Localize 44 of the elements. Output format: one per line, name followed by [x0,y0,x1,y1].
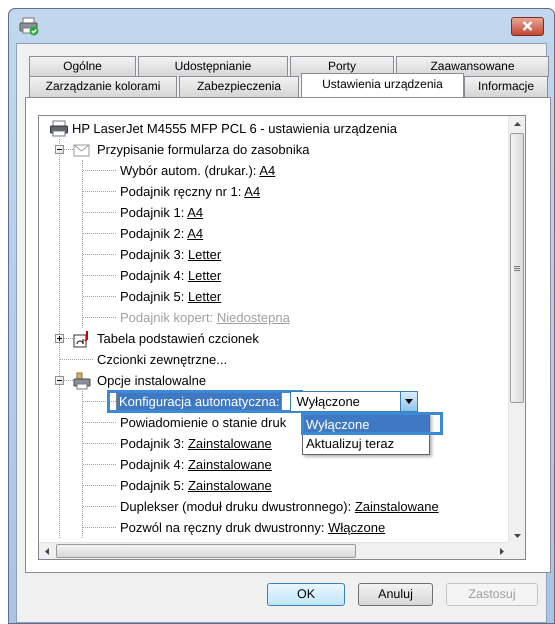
scroll-thumb[interactable] [510,133,524,403]
tab[interactable]: Zarządzanie kolorami [29,76,177,97]
tree-item[interactable]: Opcje instalowalne [97,370,206,390]
tree-item[interactable]: Podajnik 3: Letter [120,244,222,264]
tree-item[interactable]: Podajnik 4: Letter [120,266,222,286]
tab[interactable]: Informacje [464,76,548,97]
printer-icon [19,16,39,36]
tree-item[interactable]: Powiadomienie o stanie druk [120,412,286,432]
caret-icon [405,399,414,404]
tree-item[interactable]: HP LaserJet M4555 MFP PCL 6 - ustawienia urządzenia [72,118,397,138]
dropdown[interactable]: Wyłączone [290,391,418,412]
collapse-icon[interactable] [55,145,64,154]
tree-item[interactable]: Czcionki zewnętrzne... [97,350,228,370]
tree-item[interactable]: Podajnik 3: Zainstalowane [120,434,272,454]
horizontal-scrollbar[interactable] [39,542,510,559]
tree-item[interactable]: Pozwól na ręczny druk dwustronny: Włączone [120,518,386,538]
expand-icon[interactable] [55,334,64,343]
font-icon [73,330,91,348]
tree-item[interactable]: Podajnik ręczny nr 1: A4 [120,182,260,202]
tree-item[interactable]: Podajnik 5: Zainstalowane [120,476,272,496]
dialog-button[interactable]: Anuluj [358,583,433,606]
tab[interactable]: Zabezpieczenia [179,76,299,97]
tab[interactable]: Udostępnianie [138,56,288,77]
tree-item[interactable]: Duplekser (moduł druku dwustronnego): Zainstalowane [120,496,439,516]
tree-item[interactable]: Podajnik 5: Letter [120,286,222,306]
collapse-icon[interactable] [55,376,64,385]
scroll-thumb[interactable] [56,544,356,558]
tab[interactable]: Ustawienia urządzenia [301,73,464,97]
close-button[interactable] [511,16,544,36]
tree-item[interactable]: Podajnik 4: Zainstalowane [120,454,272,474]
tree-item[interactable]: Konfiguracja automatyczna: [116,392,282,411]
close-icon [522,21,533,31]
tree-item[interactable]: Tabela podstawień czcionek [97,328,259,348]
tree-item[interactable]: Podajnik 2: A4 [120,224,204,244]
vertical-scrollbar[interactable] [508,116,525,544]
tab[interactable]: Ogólne [29,56,136,77]
grip-icon [514,266,520,270]
tree-item[interactable]: Przypisanie formularza do zasobnika [97,140,310,160]
printer-icon [73,372,91,390]
tree-item[interactable]: Wybór autom. (drukar.): A4 [120,160,276,180]
tree-item[interactable]: Podajnik 1: A4 [120,202,204,222]
dialog-button[interactable]: OK [267,583,345,606]
printer-icon [50,120,68,138]
dropdown-option[interactable]: Aktualizuj teraz [303,434,429,453]
